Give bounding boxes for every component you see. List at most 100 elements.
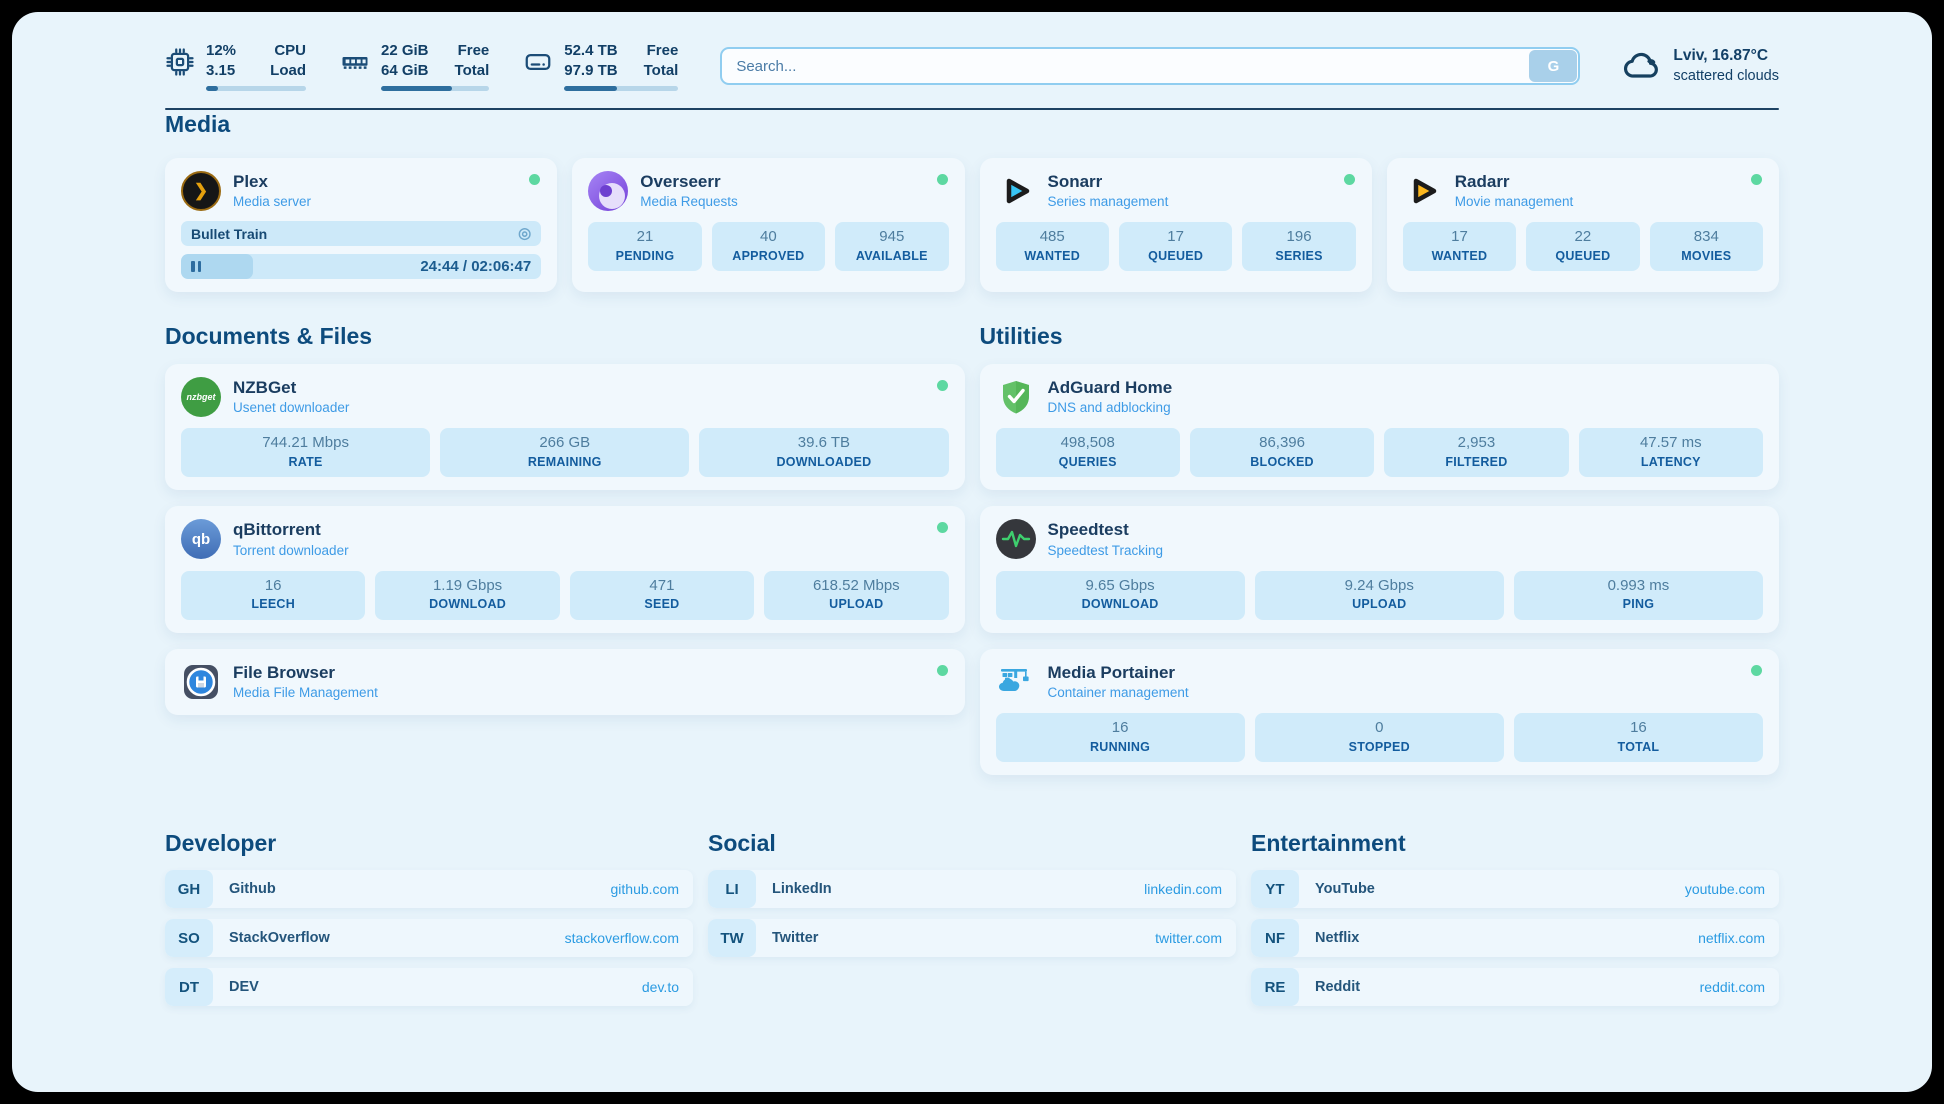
cpu-label: CPU xyxy=(274,41,306,61)
disk-free-label: Free xyxy=(647,41,679,61)
portainer-icon xyxy=(996,662,1036,702)
service-description: Container management xyxy=(1048,685,1189,702)
service-description: Media server xyxy=(233,194,311,211)
service-name: qBittorrent xyxy=(233,519,349,540)
stat-tile: 9.65 GbpsDOWNLOAD xyxy=(996,571,1245,620)
ram-progress-bar xyxy=(381,86,489,91)
cloud-icon xyxy=(1622,46,1662,86)
status-dot xyxy=(1751,174,1762,185)
service-description: Series management xyxy=(1048,194,1169,211)
link-dev[interactable]: DT DEV dev.to xyxy=(165,968,693,1006)
service-card-overseerr[interactable]: Overseerr Media Requests 21PENDING 40APP… xyxy=(572,158,964,292)
link-netflix[interactable]: NF Netflix netflix.com xyxy=(1251,919,1779,957)
media-card-grid: ❯ Plex Media server Bullet Train ◎ 24:44… xyxy=(165,158,1779,292)
section-title-utilities: Utilities xyxy=(980,322,1780,352)
adguard-icon xyxy=(996,377,1036,417)
service-name: File Browser xyxy=(233,662,378,683)
service-name: Sonarr xyxy=(1048,171,1169,192)
service-card-nzbget[interactable]: nzbget NZBGet Usenet downloader 744.21 M… xyxy=(165,364,965,491)
top-bar: 12%CPU 3.15Load 22 GiB Free 64 GiB Total xyxy=(165,12,1779,94)
link-github[interactable]: GH Github github.com xyxy=(165,870,693,908)
service-card-portainer[interactable]: Media Portainer Container management 16R… xyxy=(980,649,1780,776)
filebrowser-icon xyxy=(181,662,221,702)
stat-tile: 47.57 msLATENCY xyxy=(1579,428,1763,477)
cpu-progress-bar xyxy=(206,86,306,91)
stat-tile: 40APPROVED xyxy=(712,222,825,271)
service-card-speedtest[interactable]: Speedtest Speedtest Tracking 9.65 GbpsDO… xyxy=(980,506,1780,633)
section-title-developer: Developer xyxy=(165,829,693,859)
social-links: Social LI LinkedIn linkedin.com TW Twitt… xyxy=(708,829,1236,1006)
cpu-stat: 12%CPU 3.15Load xyxy=(165,41,306,92)
service-name: Radarr xyxy=(1455,171,1574,192)
weather-condition: scattered clouds xyxy=(1673,67,1779,87)
ram-total-value: 64 GiB xyxy=(381,61,429,81)
disk-icon xyxy=(523,47,553,77)
service-description: DNS and adblocking xyxy=(1048,400,1173,417)
status-dot xyxy=(937,665,948,676)
section-title-documents: Documents & Files xyxy=(165,322,965,352)
system-stats: 12%CPU 3.15Load 22 GiB Free 64 GiB Total xyxy=(165,41,678,92)
stat-tile: 16RUNNING xyxy=(996,713,1245,762)
utilities-column: Utilities AdGuard Home DNS and adblockin… xyxy=(980,322,1780,775)
link-twitter[interactable]: TW Twitter twitter.com xyxy=(708,919,1236,957)
stat-tile: 39.6 TBDOWNLOADED xyxy=(699,428,948,477)
service-name: Media Portainer xyxy=(1048,662,1189,683)
now-playing-icon[interactable]: ◎ xyxy=(518,226,531,241)
stat-tile: 16TOTAL xyxy=(1514,713,1763,762)
cpu-load-label: Load xyxy=(270,61,306,81)
stat-tile: 618.52 MbpsUPLOAD xyxy=(764,571,948,620)
service-name: Overseerr xyxy=(640,171,738,192)
entertainment-links: Entertainment YT YouTube youtube.com NF … xyxy=(1251,829,1779,1006)
service-description: Movie management xyxy=(1455,194,1574,211)
service-card-radarr[interactable]: Radarr Movie management 17WANTED 22QUEUE… xyxy=(1387,158,1779,292)
search-provider-button[interactable]: G xyxy=(1529,50,1577,82)
search-input[interactable] xyxy=(720,47,1580,85)
service-card-plex[interactable]: ❯ Plex Media server Bullet Train ◎ 24:44… xyxy=(165,158,557,292)
link-badge: LI xyxy=(708,870,756,908)
service-card-sonarr[interactable]: Sonarr Series management 485WANTED 17QUE… xyxy=(980,158,1372,292)
status-dot xyxy=(937,380,948,391)
stat-tile: 2,953FILTERED xyxy=(1384,428,1568,477)
stat-tile: 266 GBREMAINING xyxy=(440,428,689,477)
ram-stat: 22 GiB Free 64 GiB Total xyxy=(340,41,489,92)
nzbget-icon: nzbget xyxy=(181,377,221,417)
stat-tile: 744.21 MbpsRATE xyxy=(181,428,430,477)
stat-tile: 498,508QUERIES xyxy=(996,428,1180,477)
link-linkedin[interactable]: LI LinkedIn linkedin.com xyxy=(708,870,1236,908)
disk-total-value: 97.9 TB xyxy=(564,61,617,81)
service-name: Speedtest xyxy=(1048,519,1164,540)
link-badge: TW xyxy=(708,919,756,957)
service-card-filebrowser[interactable]: File Browser Media File Management xyxy=(165,649,965,715)
stat-tile: 834MOVIES xyxy=(1650,222,1763,271)
service-card-qbittorrent[interactable]: qb qBittorrent Torrent downloader 16LEEC… xyxy=(165,506,965,633)
service-name: NZBGet xyxy=(233,377,349,398)
stat-tile: 1.19 GbpsDOWNLOAD xyxy=(375,571,559,620)
status-dot xyxy=(937,174,948,185)
link-badge: YT xyxy=(1251,870,1299,908)
link-badge: GH xyxy=(165,870,213,908)
stat-tile: 17QUEUED xyxy=(1119,222,1232,271)
link-stackoverflow[interactable]: SO StackOverflow stackoverflow.com xyxy=(165,919,693,957)
ram-total-label: Total xyxy=(455,61,490,81)
search-bar: G xyxy=(720,47,1580,85)
radarr-icon xyxy=(1403,171,1443,211)
disk-free-value: 52.4 TB xyxy=(564,41,617,61)
pause-icon xyxy=(191,261,195,272)
stat-tile: 0STOPPED xyxy=(1255,713,1504,762)
link-badge: RE xyxy=(1251,968,1299,1006)
status-dot xyxy=(1751,665,1762,676)
disk-stat: 52.4 TBFree 97.9 TBTotal xyxy=(523,41,678,92)
service-description: Media Requests xyxy=(640,194,738,211)
ram-free-value: 22 GiB xyxy=(381,41,429,61)
link-reddit[interactable]: RE Reddit reddit.com xyxy=(1251,968,1779,1006)
playback-progress-bar: 24:44 / 02:06:47 xyxy=(181,254,541,279)
qbittorrent-icon: qb xyxy=(181,519,221,559)
stat-tile: 16LEECH xyxy=(181,571,365,620)
link-youtube[interactable]: YT YouTube youtube.com xyxy=(1251,870,1779,908)
ram-free-label: Free xyxy=(458,41,490,61)
ram-icon xyxy=(340,47,370,77)
overseerr-icon xyxy=(588,171,628,211)
service-card-adguard[interactable]: AdGuard Home DNS and adblocking 498,508Q… xyxy=(980,364,1780,491)
status-dot xyxy=(937,522,948,533)
stat-tile: 21PENDING xyxy=(588,222,701,271)
